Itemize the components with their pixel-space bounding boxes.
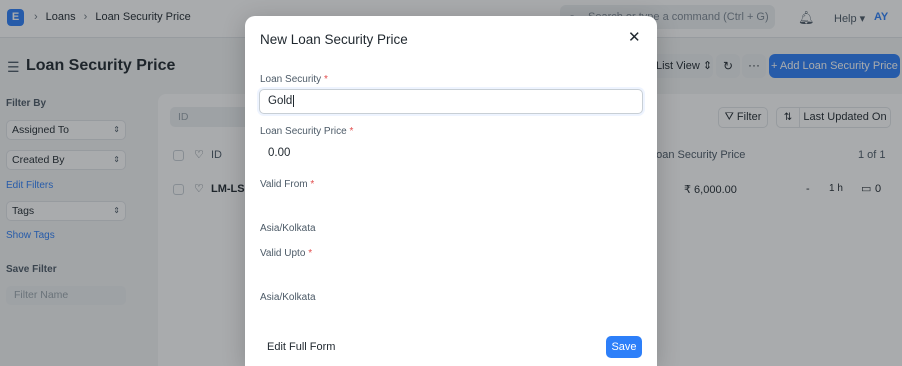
- loan-security-price-label: Loan Security Price *: [260, 126, 353, 137]
- valid-upto-timezone: Asia/Kolkata: [260, 292, 316, 303]
- valid-from-timezone: Asia/Kolkata: [260, 223, 316, 234]
- text-cursor: [293, 95, 295, 107]
- valid-from-label-text: Valid From: [260, 179, 308, 190]
- loan-security-input[interactable]: Gold: [259, 89, 643, 114]
- new-loan-security-price-dialog: New Loan Security Price ✕ Loan Security …: [245, 16, 657, 366]
- dialog-title: New Loan Security Price: [260, 32, 408, 47]
- valid-from-input[interactable]: [259, 194, 643, 218]
- loan-security-price-label-text: Loan Security Price: [260, 126, 347, 137]
- edit-full-form-button[interactable]: Edit Full Form: [267, 341, 335, 353]
- required-asterisk: *: [349, 126, 354, 137]
- valid-upto-label: Valid Upto *: [260, 248, 312, 259]
- loan-security-price-input[interactable]: 0.00: [268, 147, 290, 159]
- valid-upto-input[interactable]: [259, 263, 643, 287]
- loan-security-label-text: Loan Security: [260, 74, 322, 85]
- close-icon[interactable]: ✕: [628, 28, 641, 46]
- loan-security-label: Loan Security *: [260, 74, 328, 85]
- loan-security-value: Gold: [268, 95, 293, 107]
- valid-from-label: Valid From *: [260, 179, 314, 190]
- required-asterisk: *: [310, 179, 315, 190]
- valid-upto-label-text: Valid Upto: [260, 248, 306, 259]
- save-button[interactable]: Save: [606, 336, 642, 358]
- required-asterisk: *: [308, 248, 313, 259]
- required-asterisk: *: [323, 74, 328, 85]
